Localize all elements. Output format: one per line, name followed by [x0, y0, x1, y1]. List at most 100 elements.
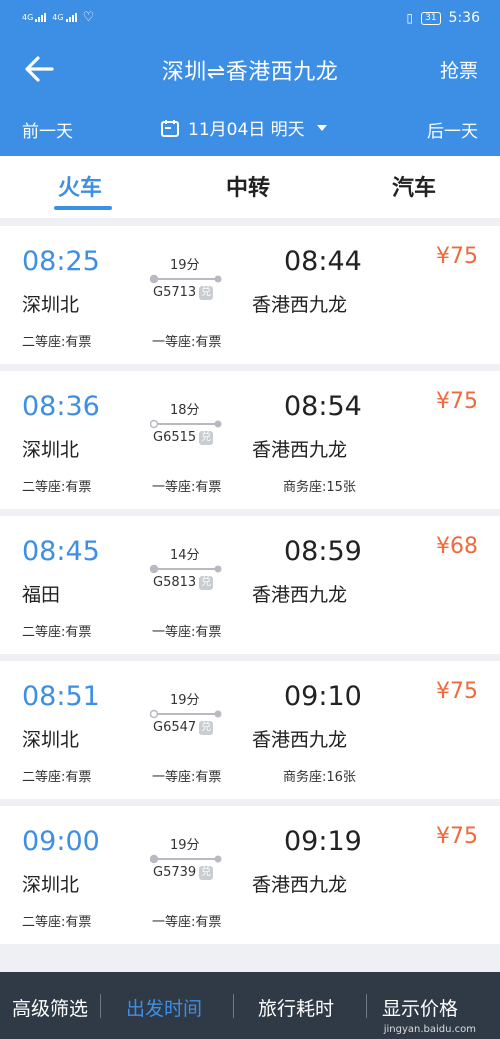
- second-class-seat: 二等座:有票: [22, 770, 92, 785]
- prev-day-button[interactable]: 前一天: [22, 117, 73, 142]
- active-tab-indicator: [54, 206, 112, 210]
- train-number-label: G6547: [153, 720, 197, 735]
- exchange-badge: 兑: [199, 865, 214, 880]
- clock: 5:36: [448, 10, 480, 26]
- top-header-area: 4G 4G ♡ ▯ 31 5:36 深圳⇌香港西九龙 抢票 前一天 11月04日…: [0, 0, 500, 156]
- travel-duration: 19分: [170, 693, 200, 708]
- divider: [366, 994, 367, 1018]
- train-number-label: G5713: [153, 285, 197, 300]
- train-card[interactable]: 08:36 深圳北 18分 G6515 兑 08:54 香港西九龙 ¥75 二等…: [0, 371, 500, 509]
- first-class-seat: 一等座:有票: [152, 335, 222, 350]
- departure-time: 08:51: [22, 681, 100, 712]
- sort-depart-time-button[interactable]: 出发时间: [126, 994, 202, 1021]
- status-right: ▯ 31 5:36: [406, 10, 480, 26]
- divider: [233, 994, 234, 1018]
- arrival-station: 香港西九龙: [252, 294, 348, 316]
- arrival-time: 08:44: [284, 246, 362, 277]
- next-day-button[interactable]: 后一天: [427, 117, 478, 142]
- exchange-badge: 兑: [199, 720, 214, 735]
- ticket-price: ¥75: [436, 824, 478, 849]
- vibrate-icon: ▯: [406, 11, 414, 25]
- signal-2: 4G: [52, 13, 77, 22]
- network-type-label: 4G: [22, 13, 34, 22]
- watermark: jingyan.baidu.com: [383, 1024, 476, 1035]
- date-label: 11月04日 明天: [188, 120, 305, 140]
- nav-header: 深圳⇌香港西九龙 抢票: [0, 38, 500, 100]
- show-price-button[interactable]: 显示价格: [382, 994, 458, 1021]
- route-line-icon: [150, 854, 222, 864]
- signal-1: 4G: [22, 13, 47, 22]
- page-title: 深圳⇌香港西九龙: [161, 60, 339, 85]
- second-class-seat: 二等座:有票: [22, 480, 92, 495]
- network-type-label: 4G: [52, 13, 64, 22]
- arrival-time: 09:10: [284, 681, 362, 712]
- tab-bus[interactable]: 汽车: [392, 170, 436, 202]
- sort-travel-time-button[interactable]: 旅行耗时: [258, 994, 334, 1021]
- travel-duration: 19分: [170, 838, 200, 853]
- second-class-seat: 二等座:有票: [22, 335, 92, 350]
- second-class-seat: 二等座:有票: [22, 625, 92, 640]
- business-class-seat: 商务座:16张: [283, 770, 356, 785]
- departure-time: 08:36: [22, 391, 100, 422]
- exchange-badge: 兑: [199, 575, 214, 590]
- train-number: G5713 兑: [153, 285, 214, 300]
- route-line-icon: [150, 274, 222, 284]
- train-number: G5813 兑: [153, 575, 214, 590]
- train-list: 08:25 深圳北 19分 G5713 兑 08:44 香港西九龙 ¥75 二等…: [0, 226, 500, 951]
- travel-duration: 14分: [170, 548, 200, 563]
- first-class-seat: 一等座:有票: [152, 770, 222, 785]
- ticket-price: ¥75: [436, 679, 478, 704]
- arrival-station: 香港西九龙: [252, 874, 348, 896]
- grab-ticket-button[interactable]: 抢票: [440, 56, 478, 83]
- second-class-seat: 二等座:有票: [22, 915, 92, 930]
- first-class-seat: 一等座:有票: [152, 480, 222, 495]
- departure-station: 深圳北: [22, 439, 80, 461]
- ticket-price: ¥68: [436, 534, 478, 559]
- departure-time: 09:00: [22, 826, 100, 857]
- arrival-time: 08:59: [284, 536, 362, 567]
- ticket-price: ¥75: [436, 244, 478, 269]
- bottom-sort-bar: 高级筛选 出发时间 旅行耗时 显示价格 jingyan.baidu.com: [0, 972, 500, 1039]
- departure-time: 08:25: [22, 246, 100, 277]
- route-line-icon: [150, 564, 222, 574]
- arrival-station: 香港西九龙: [252, 729, 348, 751]
- departure-time: 08:45: [22, 536, 100, 567]
- train-card[interactable]: 09:00 深圳北 19分 G5739 兑 09:19 香港西九龙 ¥75 二等…: [0, 806, 500, 944]
- route-line-icon: [150, 709, 222, 719]
- train-number-label: G5739: [153, 865, 197, 880]
- first-class-seat: 一等座:有票: [152, 915, 222, 930]
- heart-icon: ♡: [82, 10, 95, 25]
- ticket-price: ¥75: [436, 389, 478, 414]
- train-card[interactable]: 08:51 深圳北 19分 G6547 兑 09:10 香港西九龙 ¥75 二等…: [0, 661, 500, 799]
- arrival-station: 香港西九龙: [252, 584, 348, 606]
- departure-station: 深圳北: [22, 874, 80, 896]
- departure-station: 深圳北: [22, 729, 80, 751]
- travel-duration: 18分: [170, 403, 200, 418]
- signal-icon: [35, 13, 47, 22]
- train-number-label: G5813: [153, 575, 197, 590]
- battery-icon: 31: [421, 11, 441, 25]
- route-line-icon: [150, 419, 222, 429]
- departure-station: 深圳北: [22, 294, 80, 316]
- exchange-badge: 兑: [199, 430, 214, 445]
- travel-duration: 19分: [170, 258, 200, 273]
- train-number: G6547 兑: [153, 720, 214, 735]
- train-number: G5739 兑: [153, 865, 214, 880]
- date-bar: 前一天 11月04日 明天 后一天: [0, 100, 500, 156]
- train-number: G6515 兑: [153, 430, 214, 445]
- arrival-time: 08:54: [284, 391, 362, 422]
- exchange-badge: 兑: [199, 285, 214, 300]
- advanced-filter-button[interactable]: 高级筛选: [12, 994, 88, 1021]
- train-number-label: G6515: [153, 430, 197, 445]
- tab-train[interactable]: 火车: [58, 170, 102, 202]
- status-bar: 4G 4G ♡ ▯ 31 5:36: [0, 0, 500, 38]
- arrival-time: 09:19: [284, 826, 362, 857]
- divider: [100, 994, 101, 1018]
- train-card[interactable]: 08:45 福田 14分 G5813 兑 08:59 香港西九龙 ¥68 二等座…: [0, 516, 500, 654]
- date-selector[interactable]: 11月04日 明天: [160, 115, 327, 140]
- caret-down-icon: [316, 124, 327, 131]
- tab-transfer[interactable]: 中转: [226, 170, 270, 202]
- calendar-icon: [161, 119, 179, 137]
- train-card[interactable]: 08:25 深圳北 19分 G5713 兑 08:44 香港西九龙 ¥75 二等…: [0, 226, 500, 364]
- business-class-seat: 商务座:15张: [283, 480, 356, 495]
